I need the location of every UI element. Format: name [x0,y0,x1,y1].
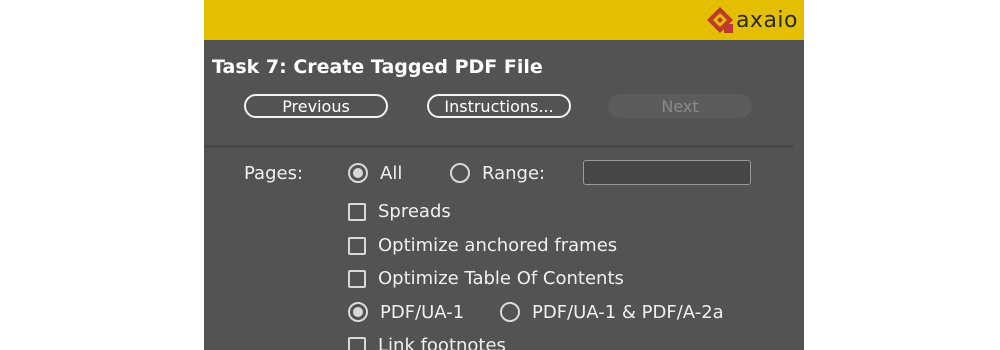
range-input[interactable] [583,160,751,185]
all-pages-label: All [380,163,403,184]
link-footnotes-checkbox[interactable] [348,337,366,350]
link-footnotes-label: Link footnotes [378,335,506,350]
brand-name: axaio [735,7,798,33]
axaio-logo-icon [706,7,733,33]
pdf-ua1-a2a-label: PDF/UA-1 & PDF/A-2a [532,302,724,323]
next-button[interactable]: Next [608,94,752,118]
spreads-label: Spreads [378,201,451,222]
optimize-anchored-frames-checkbox[interactable] [348,237,366,255]
optimize-anchored-frames-label: Optimize anchored frames [378,235,618,256]
header-banner: axaio [204,0,804,40]
spreads-checkbox[interactable] [348,203,366,221]
previous-button[interactable]: Previous [244,94,388,118]
optimize-toc-label: Optimize Table Of Contents [378,268,624,289]
dialog-panel: axaio Task 7: Create Tagged PDF File Pre… [204,0,804,350]
pdf-ua1-a2a-radio[interactable] [500,302,520,322]
optimize-toc-checkbox[interactable] [348,270,366,288]
range-label: Range: [482,163,546,184]
pages-label: Pages: [244,163,304,184]
divider [204,145,794,148]
range-radio[interactable] [450,163,470,183]
task-title: Task 7: Create Tagged PDF File [212,56,543,78]
pdf-ua1-label: PDF/UA-1 [380,302,465,323]
pdf-ua1-radio[interactable] [348,302,368,322]
instructions-button[interactable]: Instructions... [427,94,571,118]
axaio-logo: axaio [706,5,798,35]
all-pages-radio[interactable] [348,163,368,183]
